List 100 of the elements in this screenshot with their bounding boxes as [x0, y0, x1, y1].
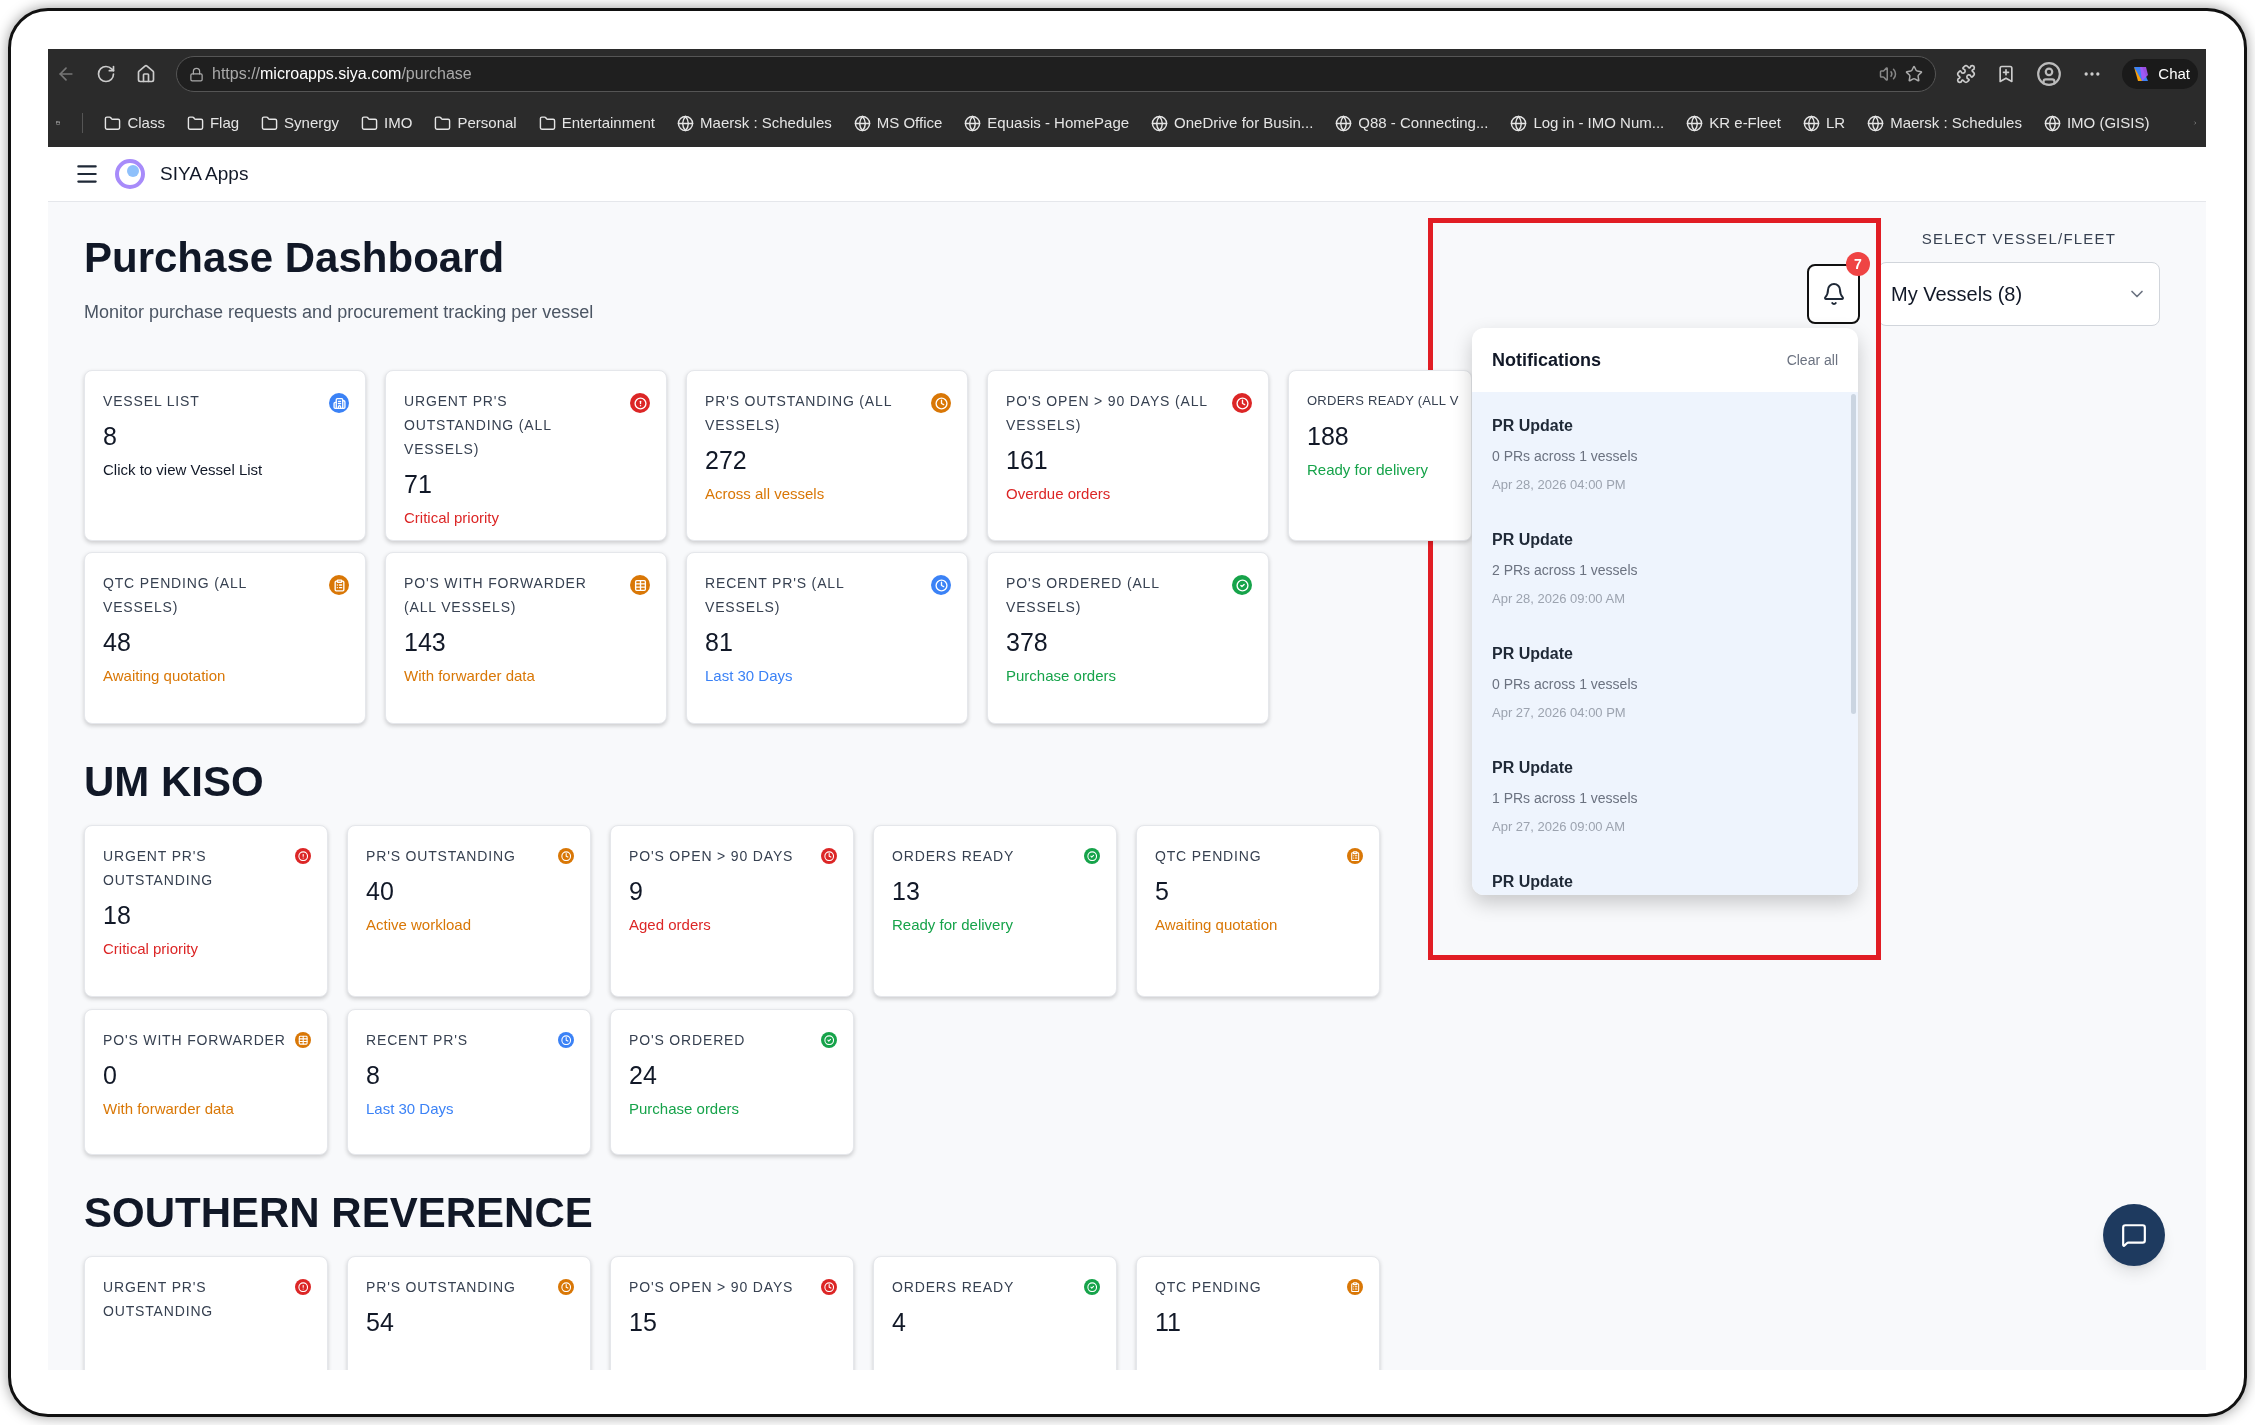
notification-item[interactable]: PR Update 2 PRs across 1 vessels Apr 28, 2026 09:00 AM: [1472, 506, 1858, 620]
home-icon[interactable]: [136, 64, 156, 84]
bookmark[interactable]: Equasis - HomePage: [964, 111, 1130, 135]
metric-card[interactable]: PR'S OUTSTANDING (ALL VESSELS) 272 Across all vessels: [686, 370, 968, 541]
folder-icon: [186, 114, 204, 132]
bookmark-label: OneDrive for Busin...: [1174, 112, 1314, 133]
notification-item[interactable]: PR Update: [1472, 848, 1858, 895]
notification-title: PR Update: [1492, 758, 1574, 778]
notification-count: 7: [1846, 252, 1870, 276]
notification-time: Apr 27, 2026 04:00 PM: [1492, 704, 1627, 722]
bookmark[interactable]: Personal: [434, 111, 517, 135]
bookmark[interactable]: IMO (GISIS): [2043, 111, 2150, 135]
card-label: URGENT PR'S OUTSTANDING (ALL VESSELS): [404, 392, 553, 459]
card-label: ORDERS READY: [892, 847, 1015, 866]
url-text: https://microapps.siya.com/purchase: [212, 64, 472, 84]
bookmark[interactable]: Synergy: [261, 111, 340, 135]
metric-card[interactable]: URGENT PR'S OUTSTANDING (ALL VESSELS) 71 Critical priority: [385, 370, 667, 541]
metric-card[interactable]: PR'S OUTSTANDING 54: [347, 1256, 591, 1370]
metric-card[interactable]: PO'S WITH FORWARDER (ALL VESSELS) 143 With forwarder data: [385, 552, 667, 724]
card-note: Active workload: [366, 915, 472, 935]
card-label: RECENT PR'S (ALL VESSELS): [705, 574, 846, 617]
card-value: 54: [366, 1307, 394, 1338]
metric-card[interactable]: URGENT PR'S OUTSTANDING 18 Critical priority: [84, 825, 328, 997]
card-label: PR'S OUTSTANDING (ALL VESSELS): [705, 392, 893, 435]
extensions-icon[interactable]: [1956, 64, 1977, 84]
card-note: Awaiting quotation: [1155, 915, 1278, 935]
metric-card[interactable]: ORDERS READY (ALL V 188 Ready for delivery: [1288, 370, 1472, 541]
card-note: Click to view Vessel List: [103, 460, 263, 480]
globe-icon: [1686, 114, 1704, 132]
notification-item[interactable]: PR Update 0 PRs across 1 vessels Apr 27, 2026 04:00 PM: [1472, 620, 1858, 734]
read-aloud-icon[interactable]: [1879, 65, 1898, 83]
bell-icon: [1821, 282, 1846, 306]
bookmark[interactable]: Flag: [186, 111, 240, 135]
clear-all-link[interactable]: Clear all: [1786, 349, 1838, 371]
metric-card[interactable]: URGENT PR'S OUTSTANDING: [84, 1256, 328, 1370]
metric-card[interactable]: RECENT PR'S 8 Last 30 Days: [347, 1009, 591, 1155]
card-note: Ready for delivery: [1307, 460, 1428, 480]
metric-card[interactable]: QTC PENDING 11: [1136, 1256, 1380, 1370]
metric-card[interactable]: VESSEL LIST 8 Click to view Vessel List: [84, 370, 366, 541]
card-note: Across all vessels: [705, 484, 825, 504]
bookmark[interactable]: IMO: [361, 111, 413, 135]
card-note: Critical priority: [103, 939, 198, 959]
address-bar[interactable]: https://microapps.siya.com/purchase: [176, 56, 1937, 92]
card-label: QTC PENDING: [1155, 1278, 1262, 1297]
card-label: RECENT PR'S: [366, 1031, 468, 1050]
notification-item[interactable]: PR Update 1 PRs across 1 vessels Apr 27, 2026 09:00 AM: [1472, 734, 1858, 848]
chat-fab[interactable]: [2103, 1204, 2165, 1266]
metric-card[interactable]: PR'S OUTSTANDING 40 Active workload: [347, 825, 591, 997]
metric-card[interactable]: ORDERS READY 4: [873, 1256, 1117, 1370]
bookmark[interactable]: Maersk : Schedules: [1867, 111, 2022, 135]
metric-card[interactable]: PO'S WITH FORWARDER 0 With forwarder data: [84, 1009, 328, 1155]
chat-button[interactable]: Chat: [2122, 58, 2198, 90]
globe-icon: [1867, 114, 1885, 132]
notification-detail: 1 PRs across 1 vessels: [1492, 789, 1639, 808]
folder-icon: [361, 114, 379, 132]
profile-icon[interactable]: [2036, 61, 2063, 87]
bookmark[interactable]: Class: [104, 111, 165, 135]
bookmark-label: Flag: [209, 112, 240, 133]
metric-card[interactable]: RECENT PR'S (ALL VESSELS) 81 Last 30 Days: [686, 552, 968, 724]
notification-title: PR Update: [1492, 872, 1574, 892]
card-value: 8: [366, 1060, 380, 1091]
scrollbar-thumb[interactable]: [1851, 394, 1856, 714]
chat-icon: [2121, 1222, 2147, 1248]
card-label: PO'S ORDERED: [629, 1031, 746, 1050]
globe-icon: [853, 114, 871, 132]
bookmark[interactable]: LR: [1803, 111, 1846, 135]
vessel-select[interactable]: My Vessels (8): [1878, 262, 2160, 326]
card-value: 71: [404, 469, 432, 500]
bookmark[interactable]: Entertainment: [538, 111, 656, 135]
bookmark[interactable]: Log in - IMO Num...: [1510, 111, 1665, 135]
metric-card[interactable]: PO'S OPEN > 90 DAYS 15: [610, 1256, 854, 1370]
notification-item[interactable]: PR Update 0 PRs across 1 vessels Apr 28, 2026 04:00 PM: [1472, 392, 1858, 506]
metric-card[interactable]: PO'S ORDERED 24 Purchase orders: [610, 1009, 854, 1155]
metric-card[interactable]: PO'S OPEN > 90 DAYS (ALL VESSELS) 161 Overdue orders: [987, 370, 1269, 541]
notification-detail: 0 PRs across 1 vessels: [1492, 447, 1639, 466]
section-title: UM KISO: [84, 757, 264, 807]
bookmark[interactable]: KR e-Fleet: [1686, 111, 1781, 135]
reload-icon[interactable]: [96, 64, 116, 84]
globe-icon: [1510, 114, 1528, 132]
card-note: Last 30 Days: [705, 666, 793, 686]
metric-card[interactable]: QTC PENDING (ALL VESSELS) 48 Awaiting quotation: [84, 552, 366, 724]
card-label: PO'S OPEN > 90 DAYS: [629, 847, 794, 866]
card-label: PO'S ORDERED (ALL VESSELS): [1006, 574, 1161, 617]
metric-card[interactable]: PO'S ORDERED (ALL VESSELS) 378 Purchase orders: [987, 552, 1269, 724]
selector-label: SELECT VESSEL/FLEET: [1921, 228, 2117, 249]
star-icon[interactable]: [1905, 65, 1924, 83]
globe-icon: [1335, 114, 1353, 132]
card-value: 161: [1006, 445, 1048, 476]
card-label: QTC PENDING: [1155, 847, 1262, 866]
metric-card[interactable]: QTC PENDING 5 Awaiting quotation: [1136, 825, 1380, 997]
bookmark[interactable]: OneDrive for Busin...: [1151, 111, 1314, 135]
metric-card[interactable]: ORDERS READY 13 Ready for delivery: [873, 825, 1117, 997]
bookmark[interactable]: Maersk : Schedules: [677, 111, 832, 135]
bookmark[interactable]: Q88 - Connecting...: [1335, 111, 1489, 135]
card-label: PO'S WITH FORWARDER: [103, 1031, 286, 1050]
metric-card[interactable]: PO'S OPEN > 90 DAYS 9 Aged orders: [610, 825, 854, 997]
bookmark[interactable]: MS Office: [853, 111, 943, 135]
card-note: Aged orders: [629, 915, 711, 935]
folder-icon: [261, 114, 279, 132]
bookmark-label: Q88 - Connecting...: [1358, 112, 1489, 133]
